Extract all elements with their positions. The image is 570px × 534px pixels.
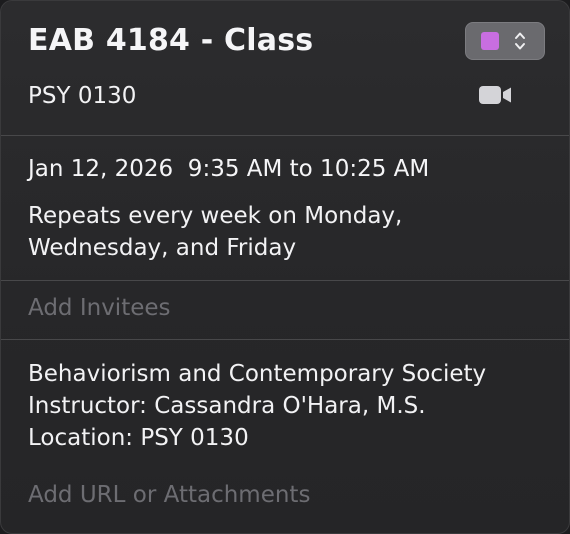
add-url-attachments-field[interactable]: Add URL or Attachments [28,482,310,508]
repeat-rule[interactable]: Repeats every week on Monday, Wednesday,… [28,200,528,264]
event-notes[interactable]: Behaviorism and Contemporary Society Ins… [28,358,486,454]
add-invitees-field[interactable]: Add Invitees [28,295,171,321]
notes-line-instructor: Instructor: Cassandra O'Hara, M.S. [28,393,426,419]
invitees-section[interactable]: Add Invitees [1,281,569,339]
notes-line-course: Behaviorism and Contemporary Society [28,361,487,387]
event-header: EAB 4184 - Class PSY 0130 [1,1,569,135]
event-title[interactable]: EAB 4184 - Class [28,23,313,58]
event-popover: EAB 4184 - Class PSY 0130 Jan 12, 2026 9… [0,0,570,534]
datetime-section[interactable]: Jan 12, 2026 9:35 AM to 10:25 AM Repeats… [1,136,569,280]
video-camera-icon[interactable] [479,85,513,105]
calendar-picker-button[interactable] [465,22,545,60]
event-location[interactable]: PSY 0130 [28,83,136,109]
event-date-time[interactable]: Jan 12, 2026 9:35 AM to 10:25 AM [28,156,429,182]
up-down-chevron-icon [515,32,525,50]
notes-line-location: Location: PSY 0130 [28,425,249,451]
notes-section[interactable]: Behaviorism and Contemporary Society Ins… [1,340,569,533]
calendar-color-swatch [481,32,499,50]
